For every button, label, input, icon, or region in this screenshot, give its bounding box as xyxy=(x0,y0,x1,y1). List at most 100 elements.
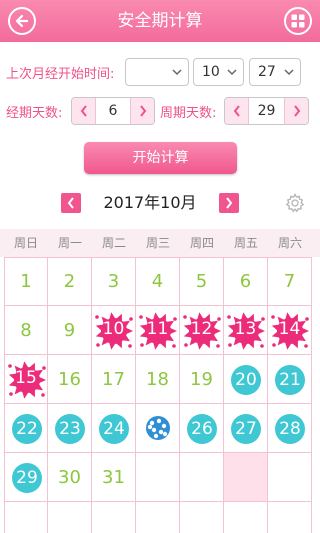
day-number: 8 xyxy=(20,319,32,341)
calendar-day-cell[interactable]: 9 xyxy=(48,306,92,355)
prev-month-button[interactable] xyxy=(61,193,81,213)
fertile-day-number: 23 xyxy=(59,419,81,439)
month-select[interactable]: 10 xyxy=(193,58,244,86)
calendar-day-cell[interactable]: 11 xyxy=(136,306,180,355)
calendar-empty-cell xyxy=(268,453,312,502)
day-number: 9 xyxy=(63,319,76,341)
day-number: 16 xyxy=(58,368,81,390)
fertile-day-badge: 24 xyxy=(99,414,129,444)
next-month-button[interactable] xyxy=(219,193,239,213)
gear-icon[interactable] xyxy=(285,193,305,213)
calendar-day-cell[interactable] xyxy=(136,404,180,453)
fertile-day-number: 22 xyxy=(16,419,38,439)
ovulation-day-icon xyxy=(146,416,170,440)
chevron-right-icon xyxy=(139,105,146,117)
chevron-left-icon xyxy=(67,197,74,209)
title-bar: 安全期计算 xyxy=(0,0,320,42)
day-number: 4 xyxy=(151,271,164,292)
calendar-day-cell[interactable]: 1 xyxy=(4,257,48,306)
fertile-day-badge: 26 xyxy=(187,414,217,444)
calendar-day-cell[interactable]: 27 xyxy=(224,404,268,453)
period-days-increment[interactable] xyxy=(130,98,154,124)
weekday-header: 周日 周一 周二 周三 周四 周五 周六 xyxy=(0,229,320,257)
calendar-day-cell[interactable]: 12 xyxy=(180,306,224,355)
period-day-number: 13 xyxy=(234,319,257,339)
calendar-day-cell[interactable]: 5 xyxy=(180,257,224,306)
calendar-day-cell[interactable]: 10 xyxy=(92,306,136,355)
period-days-stepper: 6 xyxy=(71,97,155,125)
chevron-right-icon xyxy=(293,105,300,117)
calendar-day-cell[interactable]: 14 xyxy=(268,306,312,355)
weekday-label: 周五 xyxy=(233,236,258,250)
year-select[interactable] xyxy=(125,58,189,86)
calendar-day-cell[interactable]: 20 xyxy=(224,355,268,404)
chevron-right-icon xyxy=(226,197,233,209)
fertile-day-badge: 22 xyxy=(12,414,42,444)
calendar-day-cell[interactable]: 29 xyxy=(4,453,48,502)
day-number: 1 xyxy=(20,271,32,292)
period-day-number: 11 xyxy=(146,319,169,339)
day-number: 6 xyxy=(239,271,252,292)
weekday-label: 周二 xyxy=(101,236,126,250)
fertile-day-number: 27 xyxy=(235,419,257,439)
calendar-day-cell[interactable]: 26 xyxy=(180,404,224,453)
calendar-day-cell[interactable]: 19 xyxy=(180,355,224,404)
page-title: 安全期计算 xyxy=(117,11,203,31)
calendar-day-cell[interactable]: 3 xyxy=(92,257,136,306)
day-number: 5 xyxy=(195,271,208,292)
period-days-value[interactable]: 6 xyxy=(96,98,130,124)
calendar-day-cell[interactable]: 7 xyxy=(268,257,312,306)
calendar-day-cell[interactable]: 24 xyxy=(92,404,136,453)
cycle-days-stepper: 29 xyxy=(224,97,309,125)
cycle-days-label: 周期天数: xyxy=(160,106,217,121)
cycle-days-decrement[interactable] xyxy=(225,98,249,124)
day-select[interactable]: 27 xyxy=(249,58,301,86)
fertile-day-number: 24 xyxy=(103,419,125,439)
fertile-day-badge: 23 xyxy=(55,414,85,444)
calendar-empty-cell xyxy=(136,453,180,502)
calendar-day-cell[interactable]: 31 xyxy=(92,453,136,502)
period-days-label: 经期天数: xyxy=(6,106,63,121)
calendar-day-cell[interactable]: 22 xyxy=(4,404,48,453)
calendar-day-cell[interactable]: 28 xyxy=(268,404,312,453)
weekday-label: 周日 xyxy=(13,236,38,250)
cycle-days-value[interactable]: 29 xyxy=(249,98,284,124)
calendar-day-cell[interactable]: 21 xyxy=(268,355,312,404)
period-days-decrement[interactable] xyxy=(72,98,96,124)
calendar-day-cell[interactable]: 2 xyxy=(48,257,92,306)
fertile-day-badge: 27 xyxy=(231,414,261,444)
fertile-day-number: 20 xyxy=(235,370,257,390)
calendar-day-cell[interactable]: 16 xyxy=(48,355,92,404)
calendar-day-cell[interactable]: 4 xyxy=(136,257,180,306)
calendar-empty-cell xyxy=(180,502,224,533)
period-day-number: 14 xyxy=(278,319,301,339)
calendar-empty-cell xyxy=(4,502,48,533)
fertile-day-badge: 28 xyxy=(275,414,305,444)
calendar-empty-cell xyxy=(48,502,92,533)
day-number: 17 xyxy=(102,368,125,390)
calendar-day-cell[interactable]: 23 xyxy=(48,404,92,453)
weekday-label: 周四 xyxy=(189,236,214,250)
grid-menu-button[interactable] xyxy=(284,7,312,35)
fertile-day-badge: 21 xyxy=(275,365,305,395)
calendar-empty-cell xyxy=(268,502,312,533)
calendar-empty-cell xyxy=(92,502,136,533)
chevron-down-icon xyxy=(172,69,182,76)
start-calculate-button[interactable]: 开始计算 xyxy=(84,142,237,174)
cycle-days-increment[interactable] xyxy=(284,98,308,124)
calendar-day-cell[interactable]: 15 xyxy=(4,355,48,404)
calendar-day-cell[interactable]: 6 xyxy=(224,257,268,306)
day-number: 18 xyxy=(146,368,169,390)
calendar-day-cell[interactable]: 17 xyxy=(92,355,136,404)
calendar-day-cell[interactable]: 8 xyxy=(4,306,48,355)
day-number: 3 xyxy=(107,271,120,292)
weekday-label: 周六 xyxy=(277,236,302,250)
fertile-day-number: 21 xyxy=(279,370,301,390)
fertile-day-badge: 20 xyxy=(231,365,261,395)
calendar-day-cell[interactable]: 18 xyxy=(136,355,180,404)
day-number: 2 xyxy=(63,271,76,292)
calendar-day-cell[interactable]: 30 xyxy=(48,453,92,502)
weekday-label: 周三 xyxy=(145,236,170,250)
day-number: 7 xyxy=(283,271,296,292)
calendar-day-cell[interactable]: 13 xyxy=(224,306,268,355)
